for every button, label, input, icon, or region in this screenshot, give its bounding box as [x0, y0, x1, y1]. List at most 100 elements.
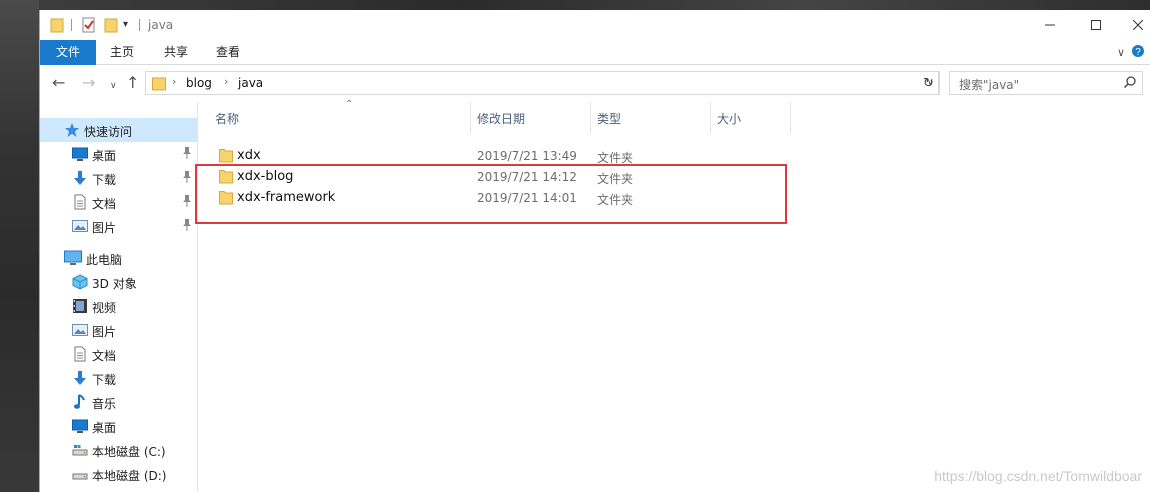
breadcrumb-java[interactable]: java — [238, 76, 263, 90]
sidebar-item-downloads[interactable]: 下载 — [40, 166, 197, 190]
music-icon — [72, 394, 88, 410]
up-arrow-icon[interactable]: ↑ — [126, 75, 139, 91]
star-icon — [64, 122, 80, 138]
sidebar-item-music[interactable]: 音乐 — [40, 390, 197, 414]
tab-share[interactable]: 共享 — [150, 40, 202, 65]
desktop-icon — [72, 146, 88, 162]
video-icon — [72, 298, 88, 314]
picture-icon — [72, 322, 88, 338]
sidebar-item-desktop-pc[interactable]: 桌面 — [40, 414, 197, 438]
tab-view[interactable]: 查看 — [202, 40, 254, 65]
sidebar-item-this-pc[interactable]: 此电脑 — [40, 246, 197, 270]
customize-toolbar-dropdown-icon[interactable]: ▾ — [123, 19, 128, 30]
pin-icon[interactable] — [182, 219, 192, 234]
file-list-pane: ⌃ 名称 修改日期 类型 大小 xdx 2019/7/21 13:49 文件夹 … — [199, 99, 1150, 492]
sidebar-item-documents-pc[interactable]: 文档 — [40, 342, 197, 366]
new-folder-icon[interactable] — [104, 17, 118, 36]
column-header-name[interactable]: ⌃ 名称 — [209, 99, 471, 134]
recent-locations-dropdown-icon[interactable]: ∨ — [110, 78, 117, 94]
file-type: 文件夹 — [597, 172, 634, 186]
search-placeholder: 搜索"java" — [959, 78, 1020, 92]
back-arrow-icon[interactable]: ← — [52, 75, 65, 91]
sidebar-item-videos[interactable]: 视频 — [40, 294, 197, 318]
sidebar-item-quick-access[interactable]: 快速访问 — [40, 118, 197, 142]
sidebar-item-label: 桌面 — [92, 421, 117, 435]
sidebar-item-3d-objects[interactable]: 3D 对象 — [40, 270, 197, 294]
sort-ascending-icon: ⌃ — [345, 99, 354, 110]
column-header-label: 修改日期 — [477, 112, 526, 126]
sidebar-item-drive-c[interactable]: 本地磁盘 (C:) — [40, 438, 197, 462]
search-icon[interactable] — [1123, 76, 1136, 91]
sidebar-item-pictures-pc[interactable]: 图片 — [40, 318, 197, 342]
svg-text:?: ? — [1135, 47, 1141, 58]
sidebar-item-documents[interactable]: 文档 — [40, 190, 197, 214]
pin-icon[interactable] — [182, 147, 192, 162]
ribbon-tabs: 文件 主页 共享 查看 ∨ ? — [40, 40, 1150, 65]
toolbar-separator — [139, 19, 140, 31]
sidebar-item-downloads-pc[interactable]: 下载 — [40, 366, 197, 390]
maximize-button[interactable] — [1073, 10, 1119, 40]
folder-icon — [219, 169, 233, 187]
file-type: 文件夹 — [597, 151, 634, 165]
table-row[interactable]: xdx 2019/7/21 13:49 文件夹 — [215, 145, 775, 166]
sidebar-item-label: 文档 — [92, 197, 117, 211]
file-date: 2019/7/21 14:12 — [477, 170, 577, 184]
tab-file[interactable]: 文件 — [40, 40, 96, 65]
help-icon[interactable]: ? — [1131, 44, 1145, 61]
close-button[interactable] — [1115, 10, 1150, 40]
address-row: ← → ∨ ↑ › blog › java ∨ ↻ 搜索"java" — [40, 65, 1150, 102]
sidebar-item-label: 视频 — [92, 301, 117, 315]
column-header-label: 名称 — [215, 112, 240, 126]
tab-home[interactable]: 主页 — [96, 40, 148, 65]
address-bar[interactable]: › blog › java ∨ — [145, 71, 939, 95]
sidebar-item-label: 音乐 — [92, 397, 117, 411]
column-header-label: 大小 — [717, 112, 742, 126]
column-header-label: 类型 — [597, 112, 622, 126]
desktop-background-left — [0, 0, 39, 492]
download-icon — [72, 170, 88, 186]
sidebar-item-label: 图片 — [92, 221, 117, 235]
file-type: 文件夹 — [597, 193, 634, 207]
pin-icon[interactable] — [182, 195, 192, 210]
file-name: xdx-blog — [237, 169, 294, 184]
file-date: 2019/7/21 13:49 — [477, 149, 577, 163]
folder-icon — [219, 190, 233, 208]
sidebar-item-label: 下载 — [92, 373, 117, 387]
sidebar-item-label: 桌面 — [92, 149, 117, 163]
folder-icon[interactable] — [50, 17, 64, 36]
sidebar-item-drive-d[interactable]: 本地磁盘 (D:) — [40, 462, 197, 486]
cube-icon — [72, 274, 88, 290]
properties-check-icon[interactable] — [81, 17, 97, 36]
minimize-button[interactable] — [1027, 10, 1073, 40]
breadcrumb-blog[interactable]: blog — [186, 76, 212, 90]
sidebar-item-desktop[interactable]: 桌面 — [40, 142, 197, 166]
pin-icon[interactable] — [182, 171, 192, 186]
table-row[interactable]: xdx-framework 2019/7/21 14:01 文件夹 — [215, 187, 775, 208]
table-row[interactable]: xdx-blog 2019/7/21 14:12 文件夹 — [215, 166, 775, 187]
column-header-size[interactable]: 大小 — [711, 102, 791, 134]
window-title: java — [148, 18, 174, 32]
file-name: xdx-framework — [237, 190, 336, 205]
document-icon — [72, 194, 88, 210]
close-icon — [1133, 20, 1143, 30]
file-name: xdx — [237, 148, 261, 163]
sidebar-item-pictures[interactable]: 图片 — [40, 214, 197, 238]
navigation-pane: 快速访问 桌面 下载 文档 图片 此电脑 3D 对象 视频 图片 文档 下载 音… — [40, 102, 198, 492]
column-header-type[interactable]: 类型 — [591, 102, 711, 134]
download-icon — [72, 370, 88, 386]
column-header-date[interactable]: 修改日期 — [471, 102, 591, 134]
search-input[interactable]: 搜索"java" — [949, 71, 1143, 95]
sidebar-item-label: 本地磁盘 (D:) — [92, 469, 167, 483]
expand-ribbon-icon[interactable]: ∨ — [1117, 46, 1125, 59]
drive-icon — [72, 442, 88, 458]
sidebar-item-label: 快速访问 — [84, 125, 133, 139]
sidebar-item-label: 下载 — [92, 173, 117, 187]
minimize-icon — [1045, 24, 1055, 26]
desktop-background-top — [0, 0, 1150, 10]
file-date: 2019/7/21 14:01 — [477, 191, 577, 205]
watermark-text: https://blog.csdn.net/Tomwildboar — [934, 468, 1142, 484]
breadcrumb-separator-icon[interactable]: › — [172, 75, 176, 88]
breadcrumb-separator-icon[interactable]: › — [224, 75, 228, 88]
refresh-button[interactable]: ↻ — [918, 71, 940, 95]
forward-arrow-icon[interactable]: → — [82, 75, 95, 91]
